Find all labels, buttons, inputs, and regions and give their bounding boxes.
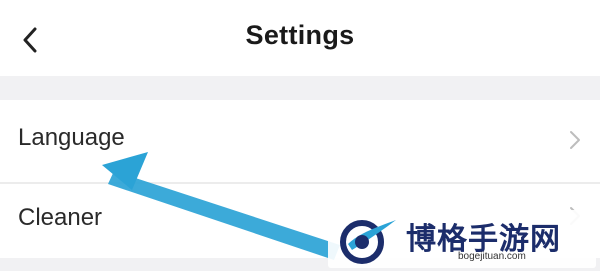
section-separator: [0, 76, 600, 100]
watermark-url: bogejituan.com: [458, 251, 526, 262]
watermark: 博格手游网 bogejituan.com: [328, 210, 596, 268]
settings-item-language[interactable]: Language: [0, 100, 600, 182]
settings-item-label: Language: [18, 124, 125, 151]
page-title: Settings: [245, 20, 355, 50]
settings-item-label: Cleaner: [18, 204, 103, 231]
watermark-logo-icon: [340, 220, 396, 264]
chevron-right-icon: [570, 131, 580, 149]
navigation-bar: Settings: [0, 0, 600, 76]
